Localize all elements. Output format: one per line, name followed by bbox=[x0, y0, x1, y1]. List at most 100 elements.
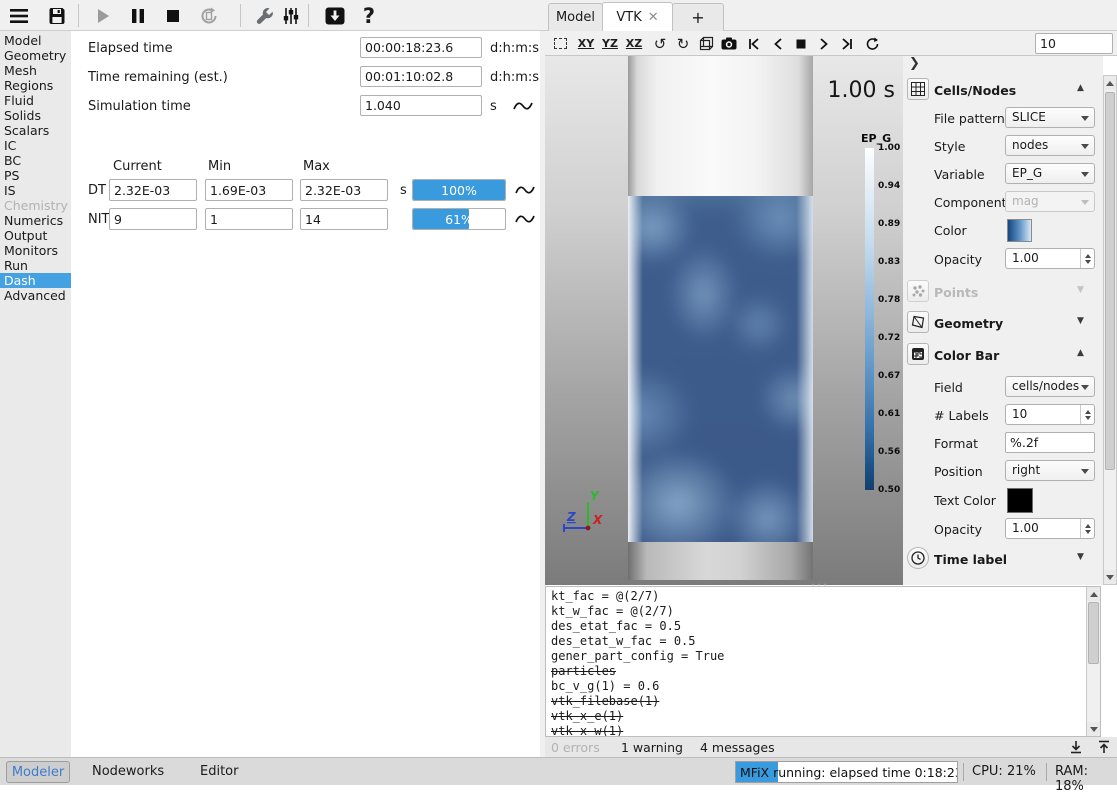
tab-model[interactable]: Model bbox=[548, 3, 603, 31]
screenshot-button[interactable] bbox=[718, 33, 740, 54]
dt-max-input[interactable] bbox=[300, 179, 388, 201]
export-button[interactable] bbox=[322, 3, 348, 28]
panel-scrollbar[interactable] bbox=[1103, 75, 1117, 585]
num-labels-spinbox[interactable]: 10 bbox=[1005, 404, 1095, 425]
elapsed-time-input[interactable] bbox=[360, 37, 482, 58]
stop-playback-button[interactable] bbox=[790, 33, 812, 54]
spin-arrows-icon[interactable] bbox=[1080, 519, 1094, 538]
spin-arrows-icon[interactable] bbox=[1080, 405, 1094, 424]
reset-button[interactable] bbox=[196, 3, 222, 28]
collapse-arrow-icon[interactable]: ▼ bbox=[1077, 316, 1084, 326]
color-bar-section-button[interactable] bbox=[907, 343, 929, 365]
scroll-to-bottom-icon[interactable] bbox=[1069, 740, 1083, 754]
tab-new[interactable]: + bbox=[672, 3, 724, 31]
sidebar-item-advanced[interactable]: Advanced bbox=[0, 288, 71, 303]
plot-simulation-time-icon[interactable] bbox=[512, 99, 534, 113]
time-label-section-button[interactable] bbox=[907, 547, 929, 569]
mode-button-editor[interactable]: Editor bbox=[200, 764, 238, 779]
geometry-section-button[interactable] bbox=[907, 311, 929, 333]
scrollbar-thumb[interactable] bbox=[1105, 92, 1115, 470]
sidebar-item-scalars[interactable]: Scalars bbox=[0, 123, 71, 138]
scroll-up-button[interactable] bbox=[1087, 587, 1100, 601]
opacity-spinbox[interactable]: 1.00 bbox=[1005, 248, 1095, 269]
time-label-section-title[interactable]: Time label bbox=[934, 552, 1007, 567]
save-button[interactable] bbox=[44, 3, 70, 28]
scrollbar-thumb[interactable] bbox=[1088, 602, 1099, 664]
view-xz-button[interactable]: XZ bbox=[623, 33, 645, 54]
text-color-swatch-button[interactable] bbox=[1007, 488, 1033, 513]
sidebar-item-output[interactable]: Output bbox=[0, 228, 71, 243]
reset-view-button[interactable] bbox=[549, 33, 571, 54]
sidebar-item-ic[interactable]: IC bbox=[0, 138, 71, 153]
stop-button[interactable] bbox=[160, 3, 186, 28]
menu-button[interactable] bbox=[6, 3, 32, 28]
collapse-panel-button[interactable]: ❯ bbox=[909, 56, 920, 71]
collapse-arrow-icon[interactable]: ▲ bbox=[1077, 348, 1084, 358]
view-yz-button[interactable]: YZ bbox=[599, 33, 621, 54]
simulation-time-input[interactable] bbox=[360, 95, 482, 116]
perspective-button[interactable] bbox=[695, 33, 717, 54]
geometry-section-title[interactable]: Geometry bbox=[934, 316, 1003, 331]
previous-frame-button[interactable] bbox=[767, 33, 789, 54]
console-output[interactable]: kt_fac = @(2/7) kt_w_fac = @(2/7) des_et… bbox=[545, 586, 1101, 737]
sidebar-item-bc[interactable]: BC bbox=[0, 153, 71, 168]
close-tab-icon[interactable]: ✕ bbox=[648, 10, 659, 25]
vtk-viewport[interactable]: 1.00 s EP_G 1.00 0.94 0.89 0.83 0.78 0.7… bbox=[545, 56, 903, 585]
cells-nodes-section-title[interactable]: Cells/Nodes bbox=[934, 83, 1016, 98]
help-button[interactable]: ? bbox=[356, 3, 382, 28]
tab-vtk[interactable]: VTK ✕ bbox=[602, 2, 673, 31]
view-xy-button[interactable]: XY bbox=[575, 33, 597, 54]
collapse-arrow-icon[interactable]: ▼ bbox=[1077, 552, 1084, 562]
spin-arrows-icon[interactable] bbox=[1080, 249, 1094, 268]
reload-button[interactable] bbox=[861, 33, 883, 54]
nit-current-input[interactable] bbox=[109, 208, 197, 230]
sidebar-item-geometry[interactable]: Geometry bbox=[0, 48, 71, 63]
sidebar-item-numerics[interactable]: Numerics bbox=[0, 213, 71, 228]
sidebar-item-ps[interactable]: PS bbox=[0, 168, 71, 183]
mode-button-modeler[interactable]: Modeler bbox=[6, 761, 70, 783]
plot-nit-icon[interactable] bbox=[514, 212, 536, 226]
last-frame-button[interactable] bbox=[836, 33, 858, 54]
console-scrollbar[interactable] bbox=[1086, 587, 1100, 736]
mode-button-nodeworks[interactable]: Nodeworks bbox=[92, 764, 164, 779]
nit-min-input[interactable] bbox=[205, 208, 293, 230]
time-remaining-input[interactable] bbox=[360, 66, 482, 87]
sidebar-item-model[interactable]: Model bbox=[0, 33, 71, 48]
pause-button[interactable] bbox=[125, 3, 151, 28]
messages-count[interactable]: 4 messages bbox=[700, 740, 775, 755]
colorbar-opacity-spinbox[interactable]: 1.00 bbox=[1005, 518, 1095, 539]
settings-button[interactable] bbox=[278, 3, 304, 28]
file-pattern-select[interactable]: SLICE bbox=[1005, 107, 1095, 128]
sidebar-item-fluid[interactable]: Fluid bbox=[0, 93, 71, 108]
format-input[interactable] bbox=[1005, 432, 1095, 453]
plot-dt-icon[interactable] bbox=[514, 183, 536, 197]
sidebar-item-run[interactable]: Run bbox=[0, 258, 71, 273]
dt-min-input[interactable] bbox=[205, 179, 293, 201]
sidebar-item-regions[interactable]: Regions bbox=[0, 78, 71, 93]
scroll-to-top-icon[interactable] bbox=[1097, 740, 1111, 754]
sidebar-item-is[interactable]: IS bbox=[0, 183, 71, 198]
field-select[interactable]: cells/nodes bbox=[1005, 376, 1095, 397]
style-select[interactable]: nodes bbox=[1005, 135, 1095, 156]
scroll-down-button[interactable] bbox=[1087, 722, 1100, 736]
cells-nodes-section-button[interactable] bbox=[907, 78, 929, 100]
errors-count[interactable]: 0 errors bbox=[551, 740, 600, 755]
sidebar-item-solids[interactable]: Solids bbox=[0, 108, 71, 123]
scroll-down-button[interactable] bbox=[1104, 570, 1116, 584]
variable-select[interactable]: EP_G bbox=[1005, 163, 1095, 184]
color-bar-section-title[interactable]: Color Bar bbox=[934, 348, 999, 363]
next-frame-button[interactable] bbox=[813, 33, 835, 54]
frame-index-input[interactable] bbox=[1035, 33, 1113, 54]
colormap-swatch-button[interactable] bbox=[1007, 219, 1032, 242]
build-button[interactable] bbox=[252, 3, 278, 28]
sidebar-item-dash[interactable]: Dash bbox=[0, 273, 71, 288]
nit-max-input[interactable] bbox=[300, 208, 388, 230]
rotate-left-button[interactable]: ↺ bbox=[649, 33, 671, 54]
position-select[interactable]: right bbox=[1005, 460, 1095, 481]
collapse-arrow-icon[interactable]: ▲ bbox=[1077, 83, 1084, 93]
dt-current-input[interactable] bbox=[109, 179, 197, 201]
first-frame-button[interactable] bbox=[743, 33, 765, 54]
run-button[interactable] bbox=[90, 3, 116, 28]
sidebar-item-mesh[interactable]: Mesh bbox=[0, 63, 71, 78]
warnings-count[interactable]: 1 warning bbox=[621, 740, 683, 755]
